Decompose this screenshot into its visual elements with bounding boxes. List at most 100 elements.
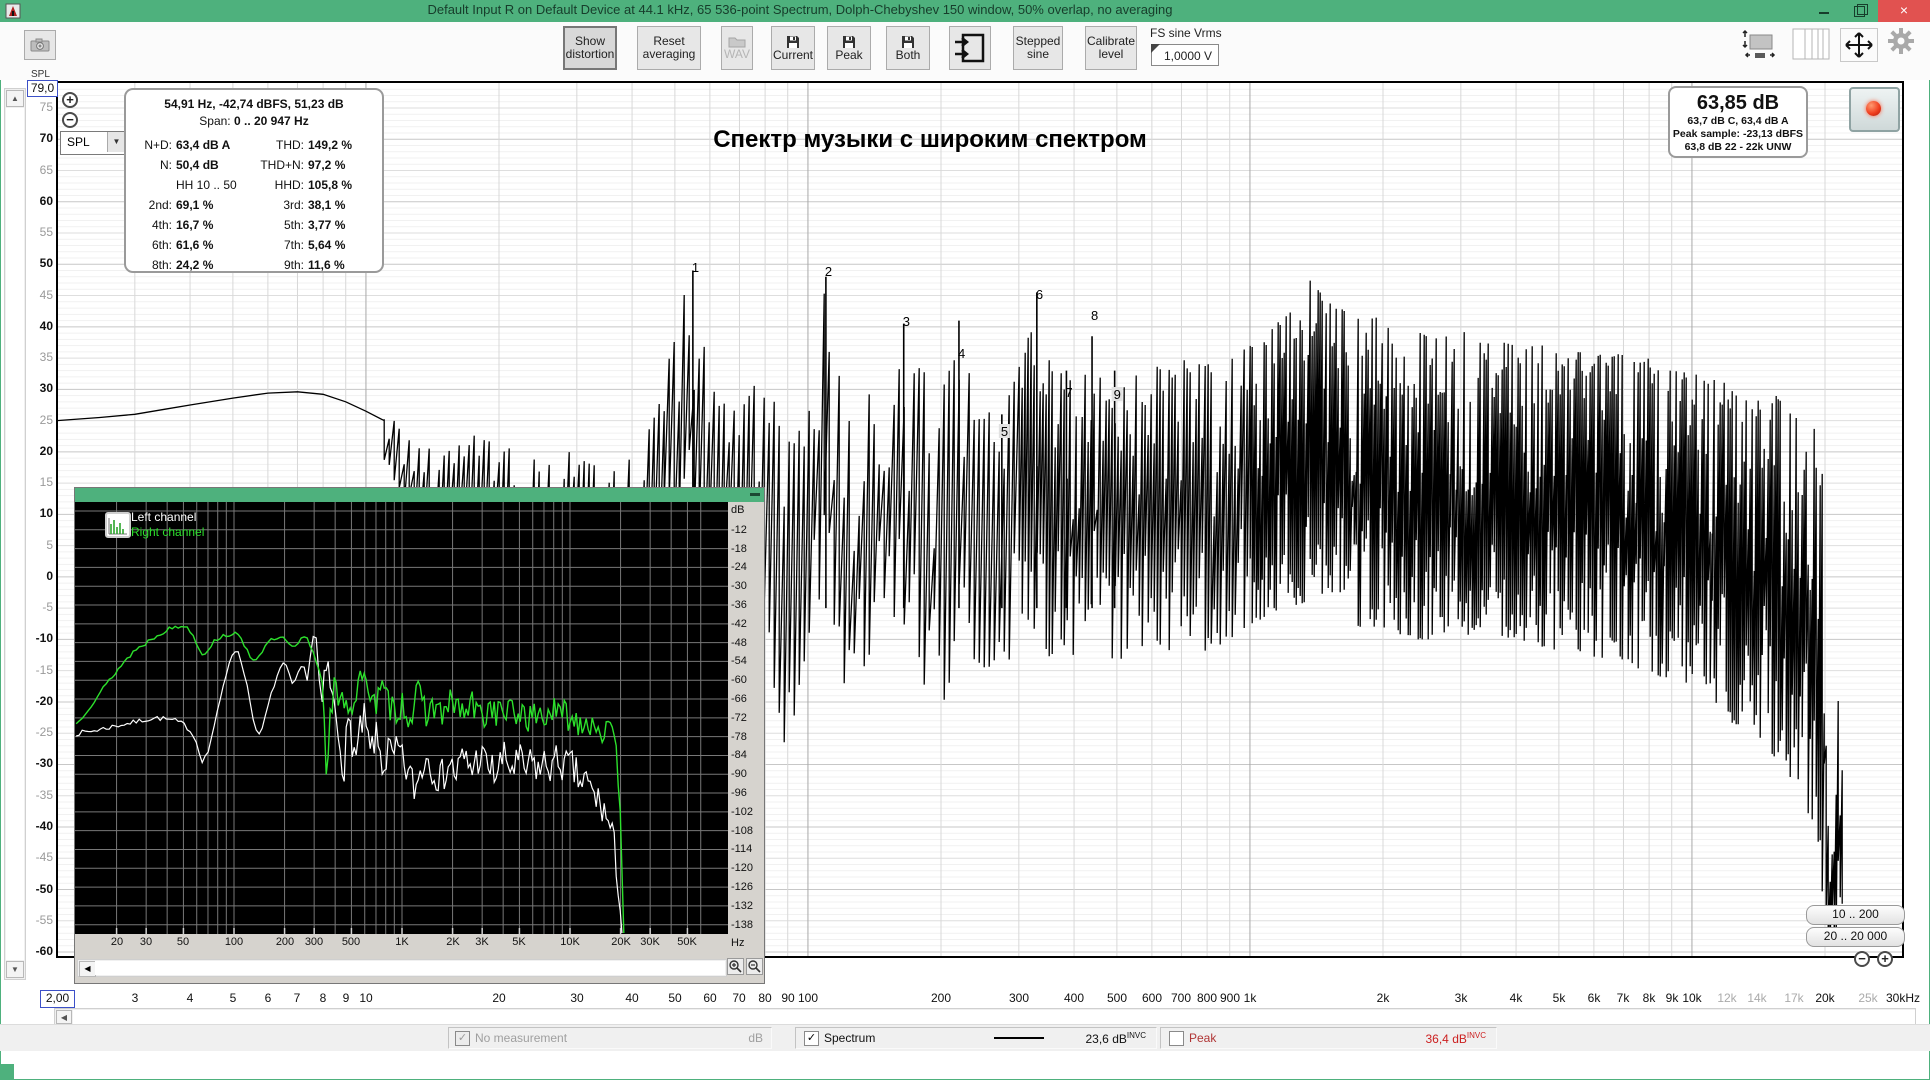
info-row: N+D:63,4 dB ATHD:149,2 % bbox=[126, 138, 382, 158]
inset-y-axis-label: -36 bbox=[731, 599, 747, 611]
inset-legend-icon bbox=[105, 512, 131, 538]
zoom-out-icon bbox=[747, 959, 762, 974]
inset-x-axis-label: 10K bbox=[550, 936, 590, 948]
inset-y-axis-label: -84 bbox=[731, 749, 747, 761]
scale-mode-dropdown[interactable]: SPL ▼ bbox=[60, 131, 126, 155]
status-bar: ✓ No measurement dB ✓ Spectrum 23,6 dBIN… bbox=[0, 1024, 1930, 1051]
spectrum-label: Spectrum bbox=[824, 1031, 875, 1045]
y-axis-label: -55 bbox=[23, 913, 53, 927]
no-measurement-label: No measurement bbox=[475, 1031, 567, 1045]
y-axis-label: -40 bbox=[23, 819, 53, 833]
inset-y-axis-label: -114 bbox=[731, 843, 752, 855]
inset-y-axis-label: -126 bbox=[731, 881, 753, 893]
chevron-down-icon: ▼ bbox=[107, 132, 125, 152]
x-zoom-out-button[interactable]: − bbox=[1854, 951, 1870, 967]
x-axis-label: 20k bbox=[1803, 991, 1847, 1005]
scroll-down-button[interactable]: ▼ bbox=[6, 961, 24, 978]
y-axis-label: 70 bbox=[23, 131, 53, 145]
y-axis-label: 50 bbox=[23, 256, 53, 270]
y-axis-label: 55 bbox=[23, 225, 53, 239]
inset-y-axis-label: -18 bbox=[731, 543, 747, 555]
y-axis-label: 60 bbox=[23, 194, 53, 208]
x-axis-label: 100 bbox=[786, 991, 830, 1005]
inset-y-axis-label: -78 bbox=[731, 731, 747, 743]
scroll-left-button[interactable]: ◀ bbox=[56, 1010, 72, 1024]
y-axis-label: 30 bbox=[23, 381, 53, 395]
vertical-scrollbar[interactable]: ▲ ▼ bbox=[4, 88, 26, 980]
y-axis-label: -20 bbox=[23, 694, 53, 708]
y-axis-label: -35 bbox=[23, 788, 53, 802]
inset-y-axis-label: -138 bbox=[731, 919, 753, 931]
inset-title-bar[interactable] bbox=[75, 488, 764, 502]
scale-zoom-in-button[interactable]: + bbox=[62, 92, 78, 108]
inset-x-axis-label: 300 bbox=[294, 936, 334, 948]
peak-checkbox[interactable] bbox=[1169, 1031, 1184, 1046]
y-axis-label: 75 bbox=[23, 100, 53, 114]
x-axis-label: 4k bbox=[1494, 991, 1538, 1005]
inset-x-axis-label: 30K bbox=[630, 936, 670, 948]
y-axis-label: 25 bbox=[23, 413, 53, 427]
measurement-info-box: 54,91 Hz, -42,74 dBFS, 51,23 dB Span: 0 … bbox=[124, 88, 384, 273]
y-axis-label: -45 bbox=[23, 850, 53, 864]
peak-value: 36,4 dBINVC bbox=[1426, 1031, 1487, 1046]
peak-status-panel: Peak 36,4 dBINVC bbox=[1160, 1027, 1497, 1049]
y-axis-label: 15 bbox=[23, 475, 53, 489]
x-axis-label: 3k bbox=[1439, 991, 1483, 1005]
inset-y-axis-label: -12 bbox=[731, 524, 747, 536]
inset-y-axis-label: -54 bbox=[731, 655, 747, 667]
inset-y-axis-label: -66 bbox=[731, 693, 747, 705]
harmonic-label: 9 bbox=[1114, 387, 1121, 402]
no-measurement-unit: dB bbox=[748, 1031, 763, 1045]
info-row: N:50,4 dBTHD+N:97,2 % bbox=[126, 158, 382, 178]
y-axis-top-value-box[interactable]: 79,0 bbox=[27, 80, 58, 97]
x-axis-label: 10 bbox=[344, 991, 388, 1005]
x-axis-label: 30 bbox=[555, 991, 599, 1005]
x-axis-label: 1k bbox=[1228, 991, 1272, 1005]
zoom-in-icon bbox=[728, 959, 743, 974]
inset-scroll-left-button[interactable]: ◀ bbox=[79, 961, 96, 977]
info-row: HH 10 .. 50HHD:105,8 % bbox=[126, 178, 382, 198]
harmonic-label: 4 bbox=[958, 346, 965, 361]
y-axis-label: 0 bbox=[23, 569, 53, 583]
inset-zoom-out-button[interactable] bbox=[746, 958, 763, 975]
inset-zoom-in-button[interactable] bbox=[727, 958, 744, 975]
harmonic-label: 7 bbox=[1065, 385, 1072, 400]
scale-zoom-out-button[interactable]: − bbox=[62, 112, 78, 128]
no-measurement-checkbox[interactable]: ✓ bbox=[455, 1031, 470, 1046]
peak-label: Peak bbox=[1189, 1031, 1216, 1045]
spectrum-checkbox[interactable]: ✓ bbox=[804, 1031, 819, 1046]
legend-right-channel: Right channel bbox=[131, 525, 204, 540]
inset-x-axis-label: 50 bbox=[163, 936, 203, 948]
level-line4: 63,8 dB 22 - 22k UNW bbox=[1670, 141, 1806, 154]
inset-y-axis-label: -132 bbox=[731, 900, 753, 912]
x-axis-label: 30kHz bbox=[1881, 991, 1925, 1005]
y-axis-label: 65 bbox=[23, 163, 53, 177]
info-row: 8th:24,2 %9th:11,6 % bbox=[126, 258, 382, 278]
info-row: 4th:16,7 %5th:3,77 % bbox=[126, 218, 382, 238]
chart-title: Спектр музыки с широким спектром bbox=[640, 126, 1220, 154]
inset-y-axis-label: -48 bbox=[731, 637, 747, 649]
y-axis-label: -25 bbox=[23, 725, 53, 739]
inset-spectrum-window: Left channel Right channel dB-12-18-24-3… bbox=[74, 487, 765, 984]
level-line3: Peak sample: -23,13 dBFS bbox=[1670, 128, 1806, 141]
range-10-200-button[interactable]: 10 .. 200 bbox=[1806, 905, 1905, 925]
inset-minimize-icon bbox=[750, 493, 760, 496]
record-button[interactable] bbox=[1849, 87, 1900, 132]
y-axis-label: -15 bbox=[23, 663, 53, 677]
inset-y-axis-label: -108 bbox=[731, 825, 753, 837]
range-20-20000-button[interactable]: 20 .. 20 000 bbox=[1806, 927, 1905, 947]
harmonic-label: 1 bbox=[692, 260, 699, 275]
spectrum-line-sample bbox=[994, 1037, 1044, 1039]
y-axis-label: 45 bbox=[23, 288, 53, 302]
scroll-up-button[interactable]: ▲ bbox=[6, 90, 24, 107]
harmonic-label: 3 bbox=[903, 314, 910, 329]
spectrum-status-panel: ✓ Spectrum 23,6 dBINVC bbox=[795, 1027, 1157, 1049]
y-axis-label: -50 bbox=[23, 882, 53, 896]
x-axis-start-value-box[interactable]: 2,00 bbox=[40, 990, 75, 1008]
inset-y-axis-label: -60 bbox=[731, 674, 747, 686]
y-axis-label: 20 bbox=[23, 444, 53, 458]
inset-x-axis-label: 100 bbox=[214, 936, 254, 948]
x-zoom-in-button[interactable]: + bbox=[1877, 951, 1893, 967]
inset-horizontal-scrollbar[interactable]: ◀ bbox=[77, 959, 727, 977]
x-axis-label: 2k bbox=[1361, 991, 1405, 1005]
